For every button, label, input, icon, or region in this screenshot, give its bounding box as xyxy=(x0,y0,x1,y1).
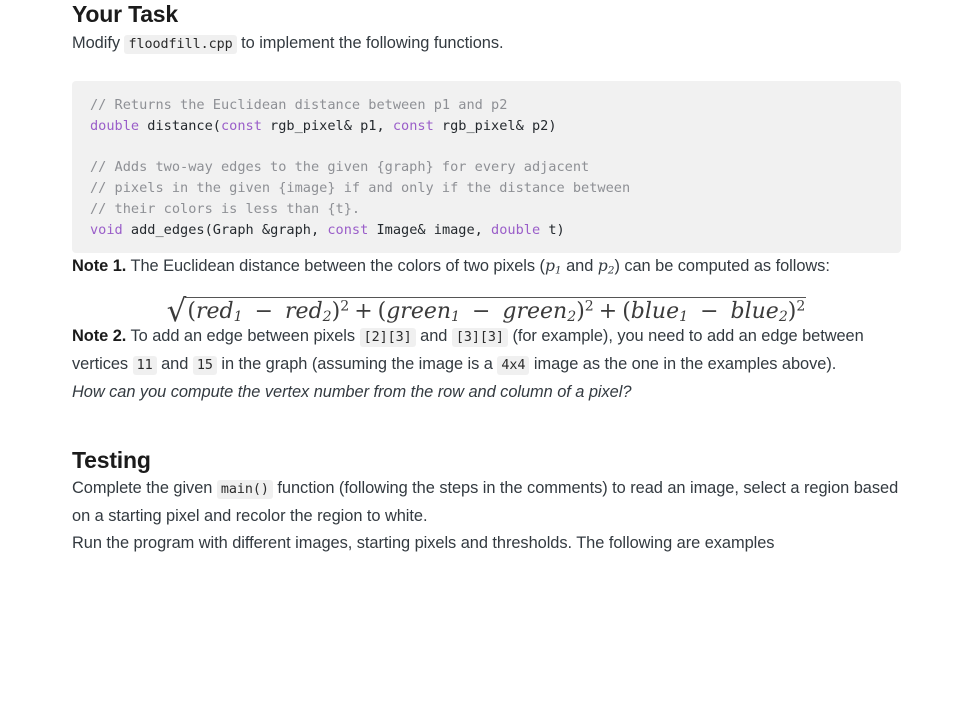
inline-code-main-function: main() xyxy=(216,480,273,500)
formula-operand-b: blue xyxy=(730,299,779,325)
note-2-text-1: To add an edge between pixels xyxy=(126,326,360,345)
formula-term-green: (green1 − green2)2 xyxy=(377,298,594,326)
note-2-text-5: in the graph (assuming the image is a xyxy=(216,354,498,373)
formula-operand-b-subscript: 2 xyxy=(778,309,788,326)
math-inline-p1: p1 xyxy=(544,257,562,277)
code-token-plain: distance( xyxy=(139,117,221,134)
formula-operand-b: red xyxy=(285,299,323,325)
code-token-plain: t) xyxy=(540,221,565,238)
formula-minus-operator: − xyxy=(465,299,498,325)
code-token-keyword: void xyxy=(90,221,123,238)
note-2-question: How can you compute the vertex number fr… xyxy=(72,382,632,401)
code-token-keyword: double xyxy=(491,221,541,238)
paragraph-note-2: Note 2. To add an edge between pixels [2… xyxy=(72,323,901,406)
inline-code-image-4x4: 4x4 xyxy=(497,355,530,375)
inline-code-floodfill-cpp: floodfill.cpp xyxy=(124,34,237,54)
note-2-text-6: image as the one in the examples above). xyxy=(529,354,837,373)
code-token-keyword: const xyxy=(220,117,262,134)
paragraph-testing-complete: Complete the given main() function (foll… xyxy=(72,475,901,530)
formula-operand-a-subscript: 1 xyxy=(451,309,460,326)
note-2-text-4: and xyxy=(156,354,193,373)
code-line: // Returns the Euclidean distance betwee… xyxy=(72,95,901,116)
inline-code-vertex-11: 11 xyxy=(132,355,157,375)
modify-text-before: Modify xyxy=(72,33,125,52)
note-1-label: Note 1. xyxy=(72,257,127,276)
note-2-label: Note 2. xyxy=(72,326,127,345)
code-token-keyword: const xyxy=(327,221,369,238)
formula-operand-b-subscript: 2 xyxy=(322,309,332,326)
formula-close-paren: ) xyxy=(331,299,341,325)
formula-operand-b-subscript: 2 xyxy=(567,309,577,326)
formula-operand-a: blue xyxy=(630,299,680,325)
modify-text-after: to implement the following functions. xyxy=(236,33,504,52)
formula-operand-a: red xyxy=(196,299,234,325)
paragraph-testing-run: Run the program with different images, s… xyxy=(72,534,775,553)
formula-close-paren: ) xyxy=(576,299,585,325)
math-inline-p2: p2 xyxy=(597,257,615,277)
document-page: Your Task Modify floodfill.cpp to implem… xyxy=(0,0,973,557)
formula-operand-a-subscript: 1 xyxy=(679,309,689,326)
code-line: // Adds two-way edges to the given {grap… xyxy=(72,157,901,178)
page-title-your-task: Your Task xyxy=(72,1,178,27)
code-token-plain: add_edges(Graph &graph, xyxy=(122,221,328,238)
formula-plus-operator: + xyxy=(354,299,373,325)
inline-code-pixel-2-3: [2][3] xyxy=(359,327,416,347)
inline-code-pixel-3-3: [3][3] xyxy=(451,327,508,347)
formula-open-paren: ( xyxy=(187,299,197,325)
formula-plus-operator: + xyxy=(598,299,618,325)
formula-operand-a-subscript: 1 xyxy=(233,309,243,326)
code-line: // their colors is less than {t}. xyxy=(72,199,901,220)
formula-exponent: 2 xyxy=(584,298,594,315)
code-token-comment: // Returns the Euclidean distance betwee… xyxy=(90,96,508,113)
formula-minus-operator: − xyxy=(247,299,281,325)
inline-code-vertex-15: 15 xyxy=(192,355,217,375)
code-line: void add_edges(Graph &graph, const Image… xyxy=(72,220,901,241)
formula-term-red: (red1 − red2)2 xyxy=(187,298,350,326)
page-title-testing: Testing xyxy=(72,446,151,473)
formula-row: √ (red1 − red2)2 + (green1 − green2)2 + (blue… xyxy=(72,280,901,330)
code-token-comment: // Adds two-way edges to the given {grap… xyxy=(90,159,590,176)
math-formula-euclidean-distance: √ (red1 − red2)2 + (green1 − green2)2 + (blue… xyxy=(166,293,807,330)
code-block-wrapper: // Returns the Euclidean distance betwee… xyxy=(72,58,901,254)
paragraph-modify-intro: Modify floodfill.cpp to implement the fo… xyxy=(72,30,901,58)
code-token-plain: rgb_pixel& p1, xyxy=(261,117,393,134)
code-token-keyword: double xyxy=(90,117,140,134)
note-1-text-a: The Euclidean distance between the color… xyxy=(126,257,545,276)
code-block-function-signatures[interactable]: // Returns the Euclidean distance betwee… xyxy=(72,80,901,254)
radical-sign-icon: √ xyxy=(166,293,187,330)
note-1-text-c: ) can be computed as follows: xyxy=(614,257,830,276)
note-1-text-b: and xyxy=(561,257,598,276)
code-token-plain: Image& image, xyxy=(368,221,492,238)
testing-text-a: Complete the given xyxy=(72,479,217,498)
note-2-text-2: and xyxy=(415,326,452,345)
formula-open-paren: ( xyxy=(377,299,387,325)
code-line: // pixels in the given {image} if and on… xyxy=(72,178,901,199)
radicand: (red1 − red2)2 + (green1 − green2)2 + (blue1… xyxy=(185,297,807,326)
formula-term-blue: (blue1 − blue2)2 xyxy=(622,298,806,326)
code-token-comment: // pixels in the given {image} if and on… xyxy=(90,180,631,197)
code-token-plain: rgb_pixel& p2) xyxy=(433,117,557,134)
code-token-keyword: const xyxy=(392,117,434,134)
paragraph-note-1: Note 1. The Euclidean distance between t… xyxy=(72,253,901,280)
formula-operand-a: green xyxy=(386,299,452,325)
formula-open-paren: ( xyxy=(622,299,631,325)
code-line: double distance(const rgb_pixel& p1, con… xyxy=(72,116,901,137)
formula-operand-b: green xyxy=(502,299,568,325)
code-token-comment: // their colors is less than {t}. xyxy=(90,200,361,217)
formula-exponent: 2 xyxy=(796,298,806,315)
formula-minus-operator: − xyxy=(693,299,726,325)
formula-exponent: 2 xyxy=(340,298,350,315)
